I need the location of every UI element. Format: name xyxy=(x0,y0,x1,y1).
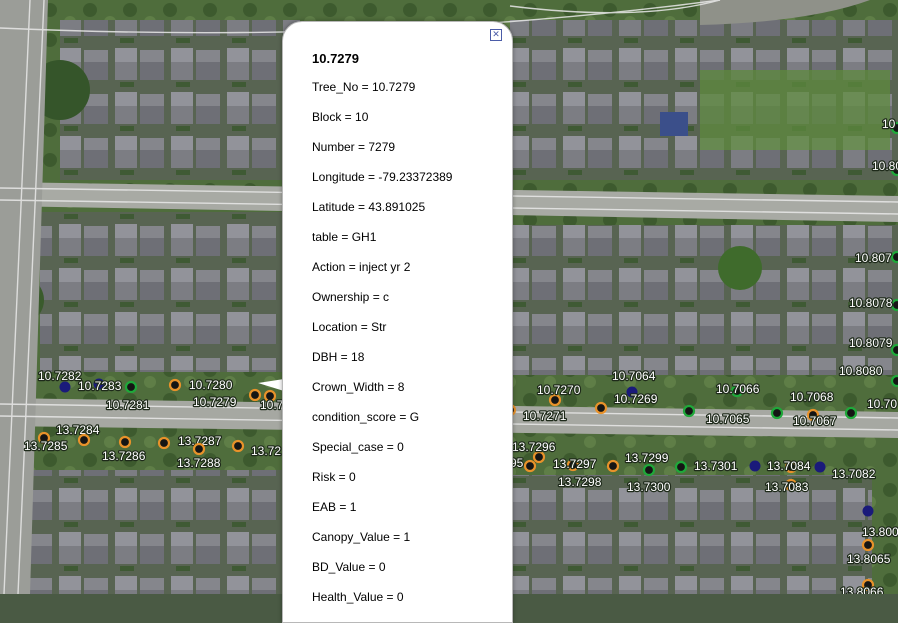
tree-label: 13.7300 xyxy=(627,480,671,494)
popup-pointer xyxy=(258,379,284,391)
attribute-row: Tree_No = 10.7279 xyxy=(312,80,416,94)
tree-label: 10.7065 xyxy=(706,412,750,426)
attribute-row: BD_Value = 0 xyxy=(312,560,386,574)
tree-marker[interactable] xyxy=(861,538,875,552)
tree-marker[interactable] xyxy=(157,436,171,450)
tree-marker[interactable] xyxy=(168,378,182,392)
attribute-row: Block = 10 xyxy=(312,110,369,124)
tree-marker[interactable] xyxy=(192,442,206,456)
attribute-row: Crown_Width = 8 xyxy=(312,380,405,394)
tree-label: 10.7281 xyxy=(106,398,150,412)
tree-label: 13.7286 xyxy=(102,449,146,463)
attribute-row: Special_case = 0 xyxy=(312,440,404,454)
tree-label: 13.7298 xyxy=(558,475,602,489)
tree-marker[interactable] xyxy=(248,388,262,402)
tree-label: 13.8065 xyxy=(847,552,891,566)
tree-label: 10.7269 xyxy=(614,392,658,406)
attribute-row: Risk = 0 xyxy=(312,470,356,484)
attribute-row: Canopy_Value = 1 xyxy=(312,530,411,544)
attribute-row: DBH = 18 xyxy=(312,350,365,364)
tree-label: 13.7288 xyxy=(177,456,221,470)
tree-label: 10.70 xyxy=(867,397,897,411)
attribute-row: EAB = 1 xyxy=(312,500,357,514)
tree-label: 13.8066 xyxy=(840,585,884,594)
tree-label: 10.7271 xyxy=(523,409,567,423)
tree-label: 10.7067 xyxy=(793,414,837,428)
tree-marker[interactable] xyxy=(844,406,858,420)
tree-marker[interactable] xyxy=(862,505,874,517)
tree-label: 10.7283 xyxy=(78,379,122,393)
tree-label: 13.7083 xyxy=(765,480,809,494)
tree-marker[interactable] xyxy=(77,433,91,447)
tree-label: 10.8079 xyxy=(849,336,893,350)
tree-label: 10.7282 xyxy=(38,369,82,383)
attribute-list: Tree_No = 10.7279 Block = 10 Number = 72… xyxy=(312,80,452,620)
tree-marker[interactable] xyxy=(118,435,132,449)
attribute-row: Action = inject yr 2 xyxy=(312,260,411,274)
popup-title: 10.7279 xyxy=(312,51,359,66)
tree-label: 13.7297 xyxy=(553,457,597,471)
attribute-row: table = GH1 xyxy=(312,230,377,244)
tree-label: 13.800 xyxy=(862,525,898,539)
tree-marker[interactable] xyxy=(890,250,898,264)
tree-marker[interactable] xyxy=(890,298,898,312)
tree-label: 10.8078 xyxy=(849,296,893,310)
attribute-row: Number = 7279 xyxy=(312,140,396,154)
tree-label: 13.7296 xyxy=(512,440,556,454)
tree-marker[interactable] xyxy=(594,401,608,415)
tree-marker[interactable] xyxy=(890,374,898,388)
tree-marker[interactable] xyxy=(642,463,656,477)
tree-label: 13.7299 xyxy=(625,451,669,465)
tree-marker[interactable] xyxy=(674,460,688,474)
tree-label: 13.7084 xyxy=(767,459,811,473)
tree-label: 10.80 xyxy=(872,159,898,173)
attribute-row: Longitude = -79.23372389 xyxy=(312,170,453,184)
tree-label: 13.7285 xyxy=(24,439,68,453)
attribute-row: condition_score = G xyxy=(312,410,420,424)
attribute-row: Latitude = 43.891025 xyxy=(312,200,426,214)
tree-marker[interactable] xyxy=(523,459,537,473)
tree-label: 10.807 xyxy=(855,251,892,265)
tree-marker[interactable] xyxy=(814,461,826,473)
attribute-row: Location = Str xyxy=(312,320,387,334)
tree-marker[interactable] xyxy=(124,380,138,394)
attribute-row: Health_Value = 0 xyxy=(312,590,404,604)
tree-label: 10.7064 xyxy=(612,369,656,383)
tree-label: 10.7068 xyxy=(790,390,834,404)
tree-label: 13.7301 xyxy=(694,459,738,473)
tree-label: 10.7279 xyxy=(193,395,237,409)
tree-label: 10 xyxy=(882,117,896,131)
tree-marker[interactable] xyxy=(770,406,784,420)
attribute-row: Ownership = c xyxy=(312,290,390,304)
tree-marker[interactable] xyxy=(231,439,245,453)
tree-marker[interactable] xyxy=(890,343,898,357)
tree-label: 13.72 xyxy=(251,444,281,458)
tree-label: 13.7284 xyxy=(56,423,100,437)
tree-label: 10.7280 xyxy=(189,378,233,392)
feature-info-popup: ✕ 10.7279 Tree_No = 10.7279 Block = 10 N… xyxy=(282,21,513,623)
close-icon[interactable]: ✕ xyxy=(490,29,502,41)
tree-marker[interactable] xyxy=(606,459,620,473)
tree-label: 10.7270 xyxy=(537,383,581,397)
tree-label: 13.7082 xyxy=(832,467,876,481)
tree-marker[interactable] xyxy=(682,404,696,418)
tree-marker[interactable] xyxy=(59,381,71,393)
tree-marker[interactable] xyxy=(749,460,761,472)
tree-label: 10.8080 xyxy=(839,364,883,378)
tree-label: 10.7066 xyxy=(716,382,760,396)
